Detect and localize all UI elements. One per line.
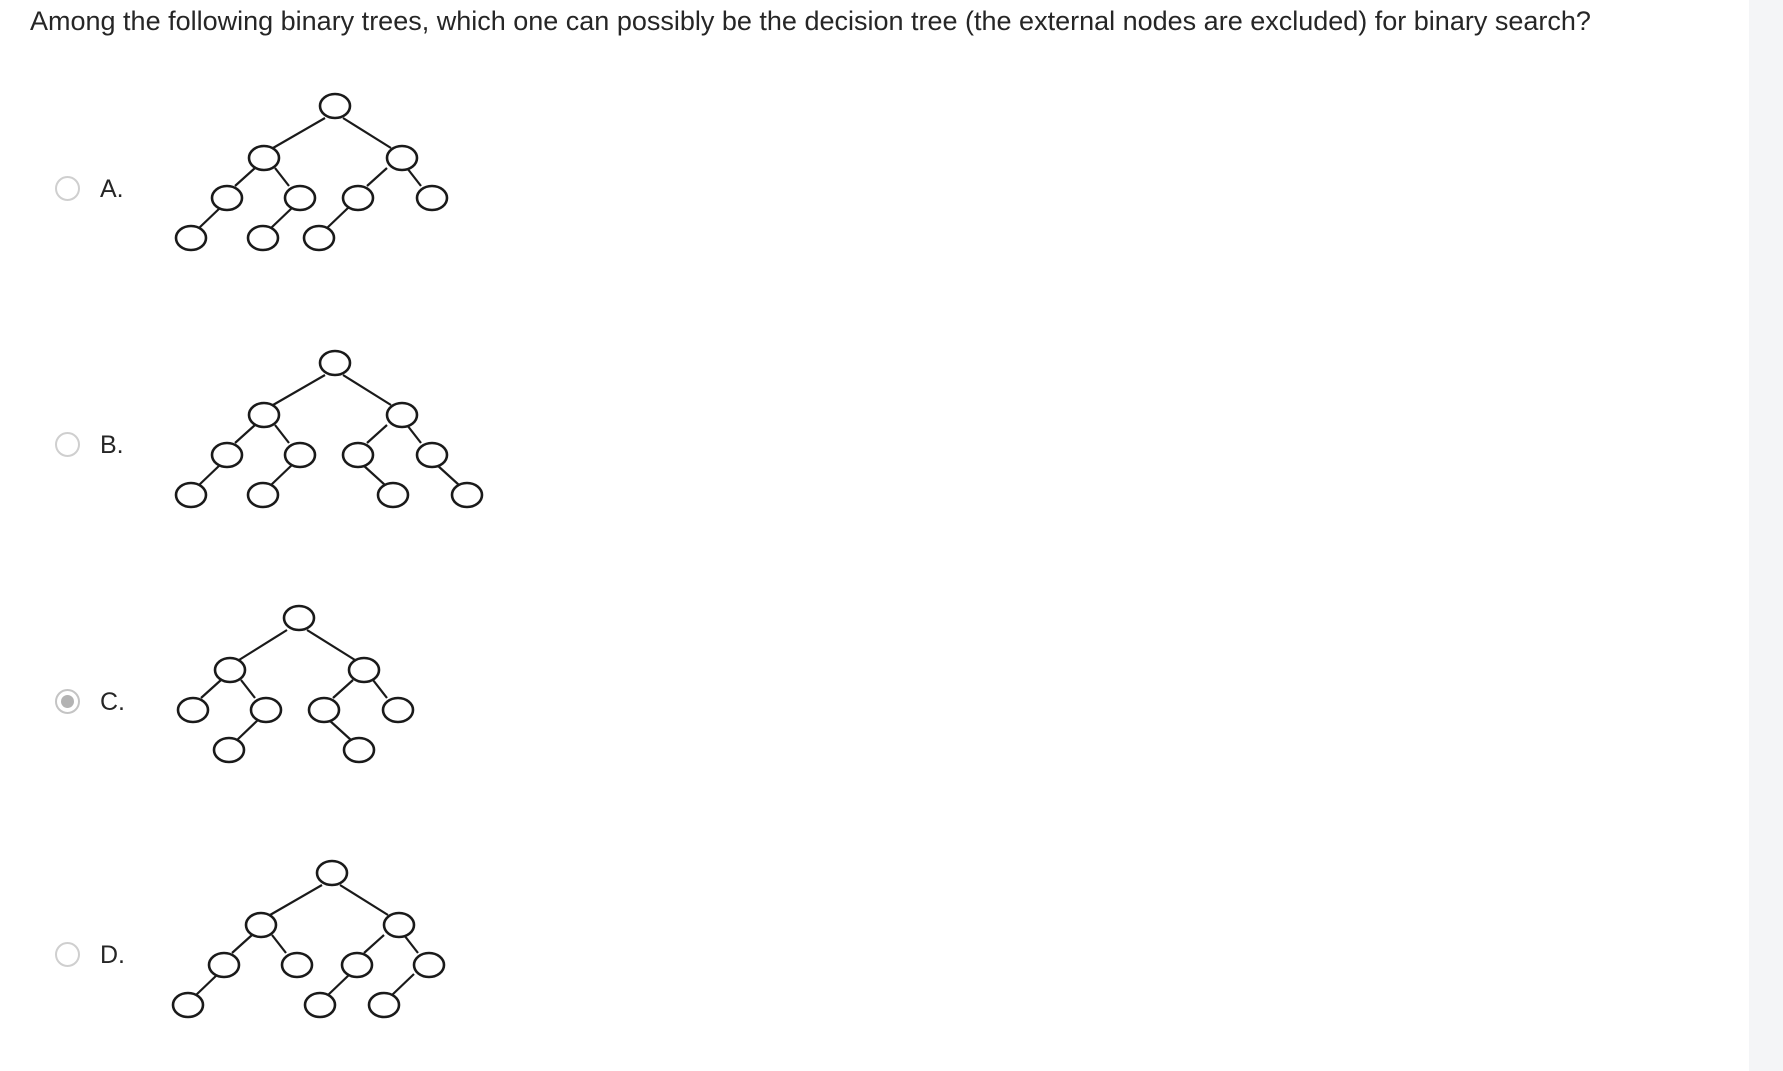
option-c[interactable]: C.	[55, 580, 615, 810]
option-label: A.	[100, 175, 124, 203]
radio-unchecked-icon[interactable]	[55, 176, 80, 201]
option-label: C.	[100, 688, 125, 716]
option-label: D.	[100, 941, 125, 969]
scroll-gutter	[1749, 0, 1783, 1071]
option-label: B.	[100, 431, 124, 459]
option-a[interactable]: A.	[55, 70, 615, 300]
binary-tree-diagram	[171, 859, 446, 1019]
binary-tree-diagram	[174, 349, 484, 509]
option-d[interactable]: D.	[55, 835, 615, 1065]
radio-checked-icon[interactable]	[55, 689, 80, 714]
radio-unchecked-icon[interactable]	[55, 432, 80, 457]
option-b[interactable]: B.	[55, 325, 615, 555]
binary-tree-diagram	[176, 604, 415, 764]
radio-unchecked-icon[interactable]	[55, 942, 80, 967]
binary-tree-diagram	[174, 92, 449, 252]
question-text: Among the following binary trees, which …	[30, 6, 1591, 36]
